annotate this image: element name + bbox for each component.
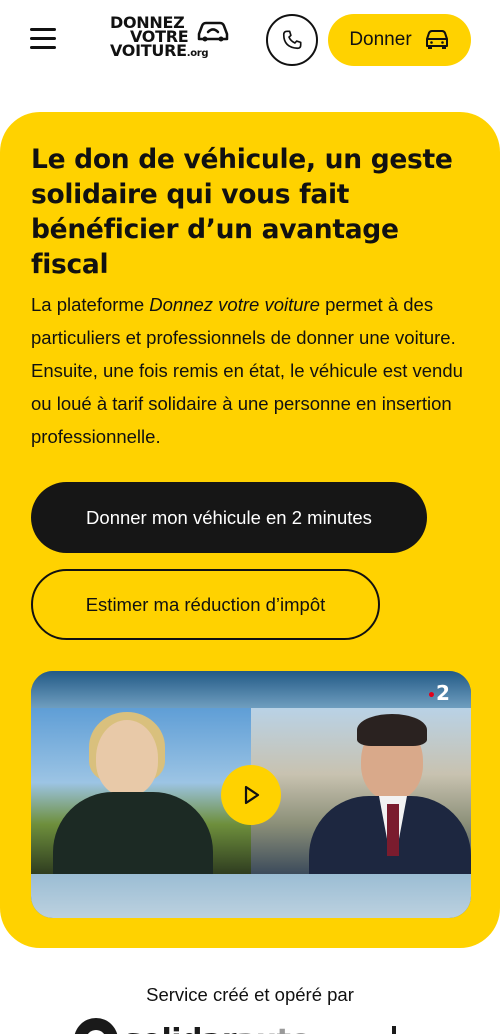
operated-by-text: Service créé et opéré par (146, 984, 354, 1005)
phone-button[interactable] (266, 14, 318, 66)
logo-line-3: VOITURE (110, 41, 187, 60)
hero-description-emphasis: Donnez votre voiture (149, 294, 320, 315)
hero-section: Le don de véhicule, un geste solidaire q… (0, 112, 500, 948)
channel-logo: •2 (427, 681, 450, 705)
hero-title: Le don de véhicule, un geste solidaire q… (31, 144, 453, 280)
site-header: DONNEZ VOTRE VOITURE.org Donner (0, 0, 500, 80)
donate-button[interactable]: Donner (328, 14, 471, 66)
video-thumbnail-left (31, 708, 251, 874)
video-player[interactable]: •2 (31, 671, 471, 918)
hero-description-end: permet à des particuliers et professionn… (31, 294, 463, 447)
video-top-band (31, 671, 471, 708)
solidarauto-logo-text: solidarauto (124, 1023, 311, 1034)
play-icon (244, 785, 260, 805)
hero-description-start: La plateforme (31, 294, 150, 315)
estimate-tax-reduction-button[interactable]: Estimer ma réduction d’impôt (31, 569, 380, 640)
partner-logos: solidarauto (0, 1014, 500, 1034)
video-bottom-band (31, 874, 471, 918)
logo-suffix: .org (186, 48, 209, 59)
solidarauto-logo-icon (74, 1018, 118, 1034)
donate-button-label: Donner (349, 29, 412, 50)
solidarauto-logo-accent: auto (236, 1023, 311, 1034)
solidarauto-logo[interactable]: solidarauto (74, 1018, 311, 1034)
menu-icon[interactable] (30, 28, 56, 50)
donate-vehicle-button[interactable]: Donner mon véhicule en 2 minutes (31, 482, 427, 553)
phone-icon (282, 30, 302, 50)
play-button[interactable] (221, 765, 281, 825)
site-logo[interactable]: DONNEZ VOTRE VOITURE.org (110, 15, 235, 64)
channel-logo-dot: • (427, 688, 436, 704)
car-icon (425, 30, 448, 49)
logo-car-icon (197, 21, 229, 42)
partner-logo-icon[interactable] (312, 1022, 422, 1034)
hero-description: La plateforme Donnez votre voiture perme… (31, 288, 476, 453)
channel-logo-number: 2 (435, 681, 450, 705)
solidarauto-logo-main: solidar (124, 1023, 237, 1034)
video-thumbnail-right (251, 708, 471, 874)
